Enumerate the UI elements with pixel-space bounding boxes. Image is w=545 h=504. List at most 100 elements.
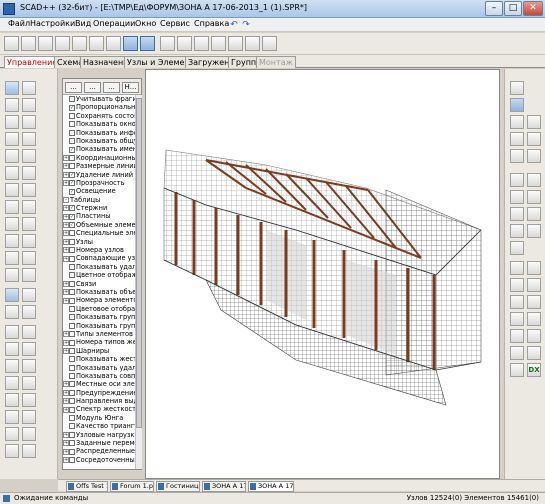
tree-checkbox[interactable] bbox=[69, 389, 75, 396]
tree-checkbox[interactable]: ✓ bbox=[69, 180, 75, 187]
tree-item[interactable]: + Номера узлов bbox=[63, 246, 135, 254]
help-tool-icon[interactable] bbox=[22, 427, 36, 441]
tree-expander-icon[interactable]: - bbox=[63, 196, 69, 203]
tree-checkbox[interactable]: ✓ bbox=[69, 222, 75, 229]
flag-tool-icon[interactable] bbox=[22, 444, 36, 458]
node-tool-icon[interactable] bbox=[5, 98, 19, 112]
tree-item[interactable]: Учитывать фраги bbox=[63, 95, 135, 103]
tree-checkbox[interactable] bbox=[69, 289, 75, 296]
perspective-view-icon[interactable] bbox=[510, 98, 524, 112]
move-tool-icon[interactable] bbox=[5, 132, 19, 146]
beam-tool-icon[interactable] bbox=[5, 393, 19, 407]
redo-icon[interactable]: ↷ bbox=[241, 20, 251, 30]
tree-checkbox[interactable] bbox=[69, 280, 75, 287]
color-tool-icon[interactable] bbox=[5, 251, 19, 265]
tools-icon[interactable] bbox=[245, 36, 260, 51]
blocks-tool-icon[interactable] bbox=[22, 376, 36, 390]
table-icon[interactable] bbox=[160, 36, 175, 51]
tree-checkbox[interactable]: ✓ bbox=[69, 104, 75, 111]
panel-button-1[interactable]: ... bbox=[65, 82, 82, 93]
cube-iso2-icon[interactable] bbox=[527, 224, 541, 238]
view-y-icon[interactable] bbox=[527, 115, 541, 129]
light-view-icon[interactable] bbox=[527, 312, 541, 326]
hinge-tool-icon[interactable] bbox=[22, 200, 36, 214]
mesh-tool-icon[interactable] bbox=[22, 268, 36, 282]
report-tool-icon[interactable] bbox=[22, 342, 36, 356]
cube-right-icon[interactable] bbox=[527, 190, 541, 204]
restore-tool-icon[interactable] bbox=[22, 166, 36, 180]
tree-item[interactable]: + ✓ Пластины bbox=[63, 212, 135, 220]
pointer-tool-icon[interactable] bbox=[5, 81, 19, 95]
tree-checkbox[interactable] bbox=[69, 448, 75, 455]
tree-item[interactable]: Показывать совп bbox=[63, 372, 135, 380]
tree-item[interactable]: Показывать групп bbox=[63, 313, 135, 321]
palette-tool-icon[interactable] bbox=[22, 325, 36, 339]
menu-settings[interactable]: Настройки bbox=[30, 19, 75, 28]
support-tool-icon[interactable] bbox=[5, 217, 19, 231]
tree-checkbox[interactable] bbox=[69, 255, 75, 262]
rotate-tool-icon[interactable] bbox=[5, 149, 19, 163]
tree-item[interactable]: ✓ Пропорционально bbox=[63, 103, 135, 111]
folder2-view-icon[interactable] bbox=[527, 346, 541, 360]
pan-view-icon[interactable] bbox=[510, 149, 524, 163]
tree-checkbox[interactable] bbox=[69, 238, 75, 245]
tree-item[interactable]: Показывать жест bbox=[63, 355, 135, 363]
tree-checkbox[interactable] bbox=[69, 331, 75, 338]
select-elements-icon[interactable] bbox=[22, 115, 36, 129]
tree-checkbox[interactable] bbox=[69, 373, 75, 380]
app-icon[interactable] bbox=[3, 3, 15, 15]
tab-management[interactable]: Управление bbox=[4, 56, 61, 68]
cube-front-icon[interactable] bbox=[510, 173, 524, 187]
tree-item[interactable]: ✓ Освещение bbox=[63, 187, 135, 195]
tree-checkbox[interactable] bbox=[69, 138, 75, 145]
tree-checkbox[interactable] bbox=[69, 322, 75, 329]
tree-item[interactable]: Показывать групп bbox=[63, 322, 135, 330]
cube-bottom-icon[interactable] bbox=[527, 207, 541, 221]
tree-item[interactable]: + Координационные bbox=[63, 154, 135, 162]
paint-tool-icon[interactable] bbox=[22, 305, 36, 319]
open-file-icon[interactable] bbox=[21, 36, 36, 51]
tree-checkbox[interactable] bbox=[69, 264, 75, 271]
tree-item[interactable]: + Узлы bbox=[63, 238, 135, 246]
tree-item[interactable]: + Предупреждение bbox=[63, 389, 135, 397]
minimize-button[interactable]: – bbox=[485, 1, 503, 16]
chart-tool-icon[interactable] bbox=[5, 325, 19, 339]
sections-tool-icon[interactable] bbox=[22, 359, 36, 373]
tree-item[interactable]: + Специальные эле bbox=[63, 229, 135, 237]
copy-tool-icon[interactable] bbox=[22, 132, 36, 146]
structure-3d-view[interactable] bbox=[146, 70, 499, 478]
tree-item[interactable]: + ✓ Объемные элемен bbox=[63, 221, 135, 229]
plate-tool-icon[interactable] bbox=[5, 410, 19, 424]
tree-item[interactable]: + Сосредоточенные bbox=[63, 456, 135, 464]
tree-item[interactable]: + Показывать объе bbox=[63, 288, 135, 296]
tree-checkbox[interactable] bbox=[69, 121, 75, 128]
cube-back-icon[interactable] bbox=[527, 173, 541, 187]
brush-tool-icon[interactable] bbox=[22, 288, 36, 302]
tree-checkbox[interactable] bbox=[69, 129, 75, 136]
cube-iso1-icon[interactable] bbox=[510, 224, 524, 238]
info-tool-icon[interactable] bbox=[5, 427, 19, 441]
tree-checkbox[interactable] bbox=[69, 163, 75, 170]
panel-button-2[interactable]: ... bbox=[84, 82, 101, 93]
groups-tool-icon[interactable] bbox=[5, 376, 19, 390]
tree-checkbox[interactable] bbox=[69, 415, 75, 422]
tree-item[interactable]: + Номера типов жес bbox=[63, 338, 135, 346]
tree-item[interactable]: Цветовое отобра bbox=[63, 305, 135, 313]
dx-button[interactable]: DX bbox=[527, 363, 541, 377]
tree-checkbox[interactable] bbox=[69, 112, 75, 119]
save-as-icon[interactable] bbox=[55, 36, 70, 51]
close-button[interactable]: ✕ bbox=[523, 1, 543, 16]
tree-checkbox[interactable] bbox=[69, 339, 75, 346]
menu-operations[interactable]: Операции bbox=[93, 19, 135, 28]
tree-checkbox[interactable] bbox=[69, 297, 75, 304]
load-tool-icon[interactable] bbox=[5, 234, 19, 248]
document-tab-active[interactable]: ЗОНА А 17-... bbox=[248, 481, 294, 492]
tree-checkbox[interactable] bbox=[69, 406, 75, 413]
tree-checkbox[interactable] bbox=[69, 440, 75, 447]
font-tool-icon[interactable] bbox=[5, 444, 19, 458]
view-x-icon[interactable] bbox=[510, 115, 524, 129]
menu-view[interactable]: Вид bbox=[75, 19, 91, 28]
join-tool-icon[interactable] bbox=[22, 183, 36, 197]
tree-checkbox[interactable] bbox=[69, 457, 75, 463]
mirror-tool-icon[interactable] bbox=[22, 149, 36, 163]
